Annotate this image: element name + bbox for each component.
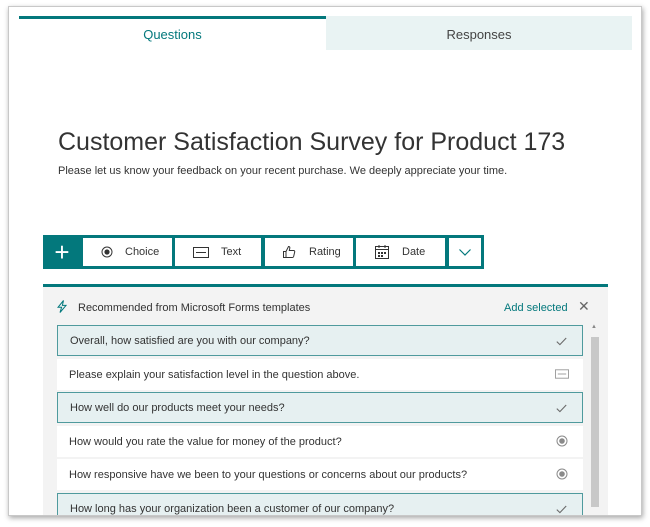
text-label: Text xyxy=(221,246,242,258)
add-question-toolbar: + Choice Text Rating Date xyxy=(43,235,484,269)
close-icon[interactable]: ✕ xyxy=(578,299,590,313)
check-icon xyxy=(554,334,568,348)
recommended-question-text: How well do our products meet your needs… xyxy=(70,401,285,414)
recommendations-header: Recommended from Microsoft Forms templat… xyxy=(43,287,608,323)
form-title[interactable]: Customer Satisfaction Survey for Product… xyxy=(58,128,565,157)
check-icon xyxy=(554,401,568,415)
recommended-question-text: How long has your organization been a cu… xyxy=(70,502,395,515)
plus-icon: + xyxy=(54,237,70,267)
check-icon xyxy=(554,502,568,515)
add-selected-button[interactable]: Add selected xyxy=(504,302,568,314)
text-box-icon xyxy=(193,244,209,260)
add-text-button[interactable]: Text xyxy=(175,238,261,266)
recommendations-label: Recommended from Microsoft Forms templat… xyxy=(78,302,311,314)
recommended-question-row[interactable]: How long has your organization been a cu… xyxy=(57,493,583,515)
more-question-types-button[interactable] xyxy=(449,238,481,266)
calendar-icon xyxy=(374,244,390,260)
tab-responses[interactable]: Responses xyxy=(326,16,632,50)
recommended-question-text: How would you rate the value for money o… xyxy=(69,435,342,448)
tab-questions[interactable]: Questions xyxy=(19,16,326,50)
recommended-question-text: Please explain your satisfaction level i… xyxy=(69,368,360,381)
thumbs-up-icon xyxy=(281,244,297,260)
add-choice-button[interactable]: Choice xyxy=(83,238,172,266)
tab-bar: Questions Responses xyxy=(19,16,632,50)
choice-question-icon xyxy=(555,434,569,448)
recommendations-panel: Recommended from Microsoft Forms templat… xyxy=(43,287,608,515)
chevron-down-icon xyxy=(459,243,471,261)
choice-question-icon xyxy=(555,467,569,481)
recommended-question-row[interactable]: Please explain your satisfaction level i… xyxy=(57,359,583,390)
recommended-question-text: How responsive have we been to your ques… xyxy=(69,468,468,481)
add-new-button[interactable]: + xyxy=(43,235,81,269)
choice-label: Choice xyxy=(125,246,160,258)
scrollbar[interactable]: ▲ xyxy=(591,324,599,507)
forms-window: Questions Responses Customer Satisfactio… xyxy=(8,6,642,516)
recommended-question-row[interactable]: How would you rate the value for money o… xyxy=(57,426,583,457)
recommended-question-row[interactable]: How well do our products meet your needs… xyxy=(57,392,583,423)
text-question-icon xyxy=(555,367,569,381)
add-rating-button[interactable]: Rating xyxy=(265,238,353,266)
scroll-up-arrow-icon[interactable]: ▲ xyxy=(591,324,597,330)
form-description[interactable]: Please let us know your feedback on your… xyxy=(58,165,507,177)
radio-icon xyxy=(99,244,115,260)
recommended-question-row[interactable]: Overall, how satisfied are you with our … xyxy=(57,325,583,356)
date-label: Date xyxy=(402,246,426,258)
recommended-question-text: Overall, how satisfied are you with our … xyxy=(70,334,310,347)
rating-label: Rating xyxy=(309,246,341,258)
scrollbar-thumb[interactable] xyxy=(591,337,599,507)
recommended-question-row[interactable]: How responsive have we been to your ques… xyxy=(57,459,583,490)
lightning-icon xyxy=(56,300,68,318)
add-date-button[interactable]: Date xyxy=(356,238,445,266)
